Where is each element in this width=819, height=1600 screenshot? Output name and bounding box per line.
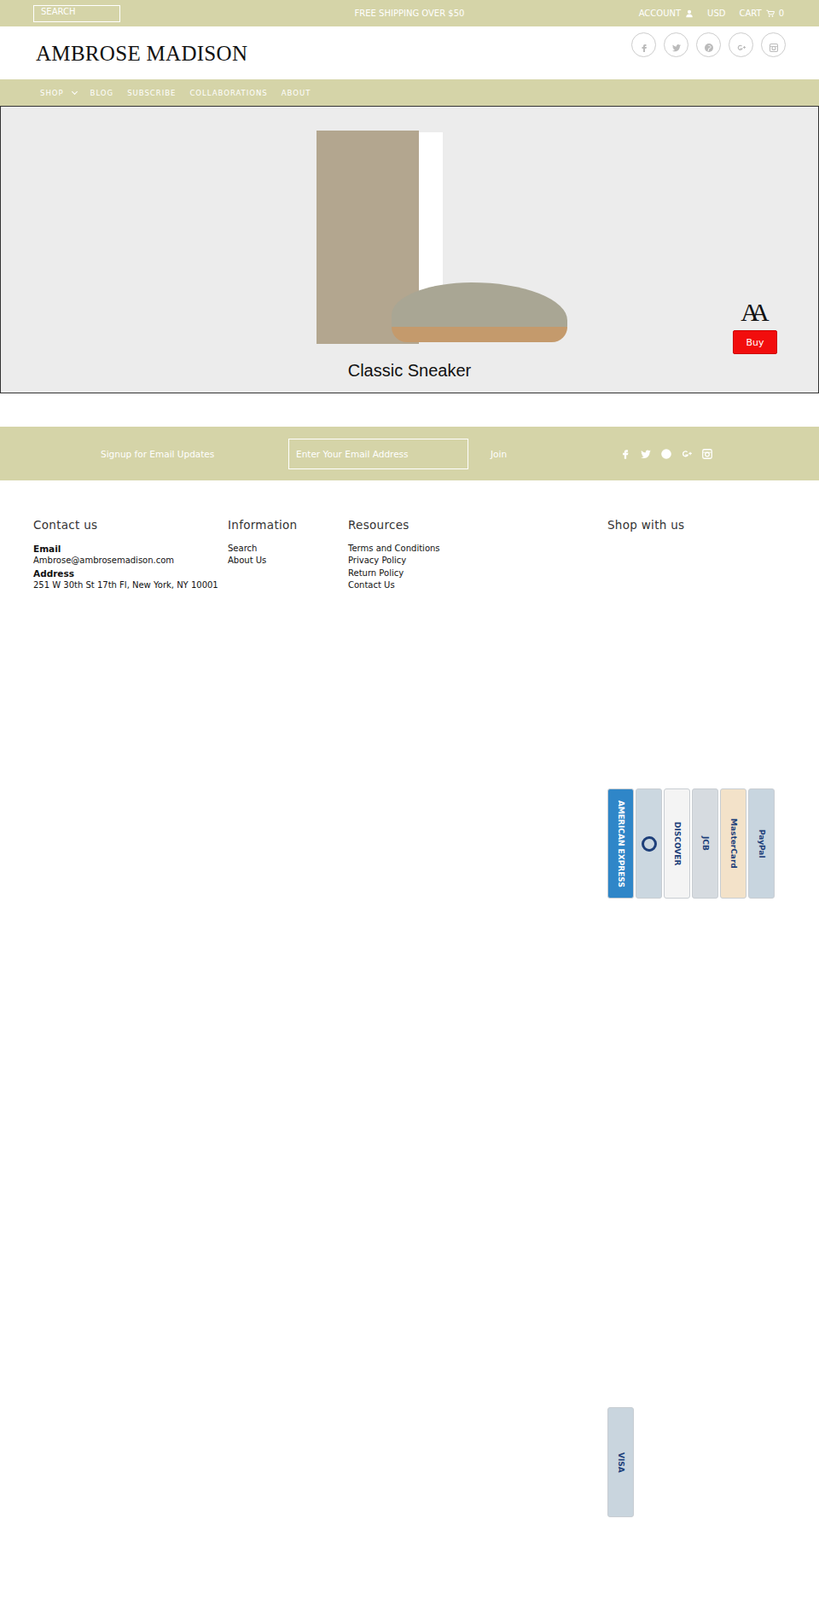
facebook-icon (638, 42, 650, 53)
pinterest-icon (703, 42, 715, 53)
instagram-icon (768, 42, 779, 53)
nav-bar: SHOP BLOG SUBSCRIBE COLLABORATIONS ABOUT (0, 79, 819, 106)
social-link[interactable] (639, 447, 652, 460)
top-bar: SEARCH FREE SHIPPING OVER $50 ACCOUNT US… (0, 0, 819, 27)
social-button[interactable] (696, 32, 721, 58)
payment-card: AMERICAN EXPRESS (607, 788, 634, 899)
payment-card: DISCOVER (663, 788, 691, 899)
social-link[interactable] (660, 447, 673, 460)
social-button[interactable] (728, 32, 754, 58)
search-field[interactable]: SEARCH (33, 5, 121, 23)
instagram-icon (701, 447, 714, 460)
nav-item[interactable]: ABOUT (281, 88, 312, 98)
email-link[interactable]: Ambrose@ambrosemadison.com (33, 554, 228, 567)
user-icon (685, 9, 694, 18)
join-button[interactable]: Join (490, 448, 620, 459)
footer: Contact us Email Ambrose@ambrosemadison.… (0, 480, 819, 1517)
payment-card: VISA (607, 1406, 634, 1517)
email-input[interactable]: Enter Your Email Address (288, 438, 469, 470)
shop-column: Shop with us AMERICAN EXPRESSDISCOVERJCB… (607, 516, 819, 1517)
social-link[interactable] (619, 447, 632, 460)
address: 251 W 30th St 17th Fl, New York, NY 1000… (33, 579, 228, 592)
twitter-icon (639, 447, 652, 460)
nav-item[interactable]: SHOP (40, 88, 77, 98)
google-plus-icon (736, 42, 747, 53)
information-column: Information SearchAbout Us (227, 516, 349, 1517)
cart-count: 0 (778, 8, 785, 18)
page: SEARCH FREE SHIPPING OVER $50 ACCOUNT US… (0, 0, 819, 1600)
social-button[interactable] (663, 32, 689, 58)
header: AMBROSE MADISON (0, 26, 819, 80)
payment-card (635, 788, 663, 899)
resources-column: Resources Terms and ConditionsPrivacy Po… (348, 516, 608, 1517)
card-logo-icon (641, 836, 657, 852)
social-links (631, 32, 786, 58)
nav-item[interactable]: SUBSCRIBE (127, 88, 176, 98)
buy-button[interactable]: Buy (732, 330, 778, 355)
signup-label: Signup for Email Updates (100, 448, 289, 459)
social-button[interactable] (631, 32, 657, 58)
nav-item[interactable]: COLLABORATIONS (189, 88, 268, 98)
cart-icon (766, 9, 775, 18)
currency-selector[interactable]: USD (707, 8, 726, 18)
chevron-icon (71, 87, 78, 94)
twitter-icon (671, 42, 682, 53)
footer-link[interactable]: Privacy Policy (348, 554, 608, 567)
signup-band: Signup for Email Updates Enter Your Emai… (0, 426, 819, 481)
cart-link[interactable]: CART 0 (738, 8, 785, 18)
product-image[interactable] (314, 130, 568, 358)
footer-link[interactable]: Return Policy (348, 567, 608, 580)
payment-card: PayPal (748, 788, 775, 899)
facebook-icon (619, 447, 632, 460)
footer-link[interactable]: Search (227, 542, 349, 555)
footer-link[interactable]: About Us (227, 554, 349, 567)
account-link[interactable]: ACCOUNT (638, 8, 694, 18)
logo[interactable]: AMBROSE MADISON (35, 41, 248, 66)
social-link[interactable] (680, 447, 693, 460)
social-link[interactable] (701, 447, 714, 460)
payment-card: MasterCard (720, 788, 747, 899)
nav-item[interactable]: BLOG (90, 88, 115, 98)
google-plus-icon (680, 447, 693, 460)
footer-link[interactable]: Terms and Conditions (348, 542, 608, 555)
pinterest-icon (660, 447, 673, 460)
footer-link[interactable]: Contact Us (348, 579, 608, 592)
hero-banner: Classic Sneaker AA Buy (0, 105, 819, 394)
hero-title: Classic Sneaker (0, 360, 819, 381)
payment-card: JCB (691, 788, 719, 899)
promo-text: FREE SHIPPING OVER $50 (354, 8, 465, 18)
contact-column: Contact us Email Ambrose@ambrosemadison.… (33, 516, 228, 1517)
brand-mark: AA (740, 299, 769, 326)
social-button[interactable] (760, 32, 786, 58)
